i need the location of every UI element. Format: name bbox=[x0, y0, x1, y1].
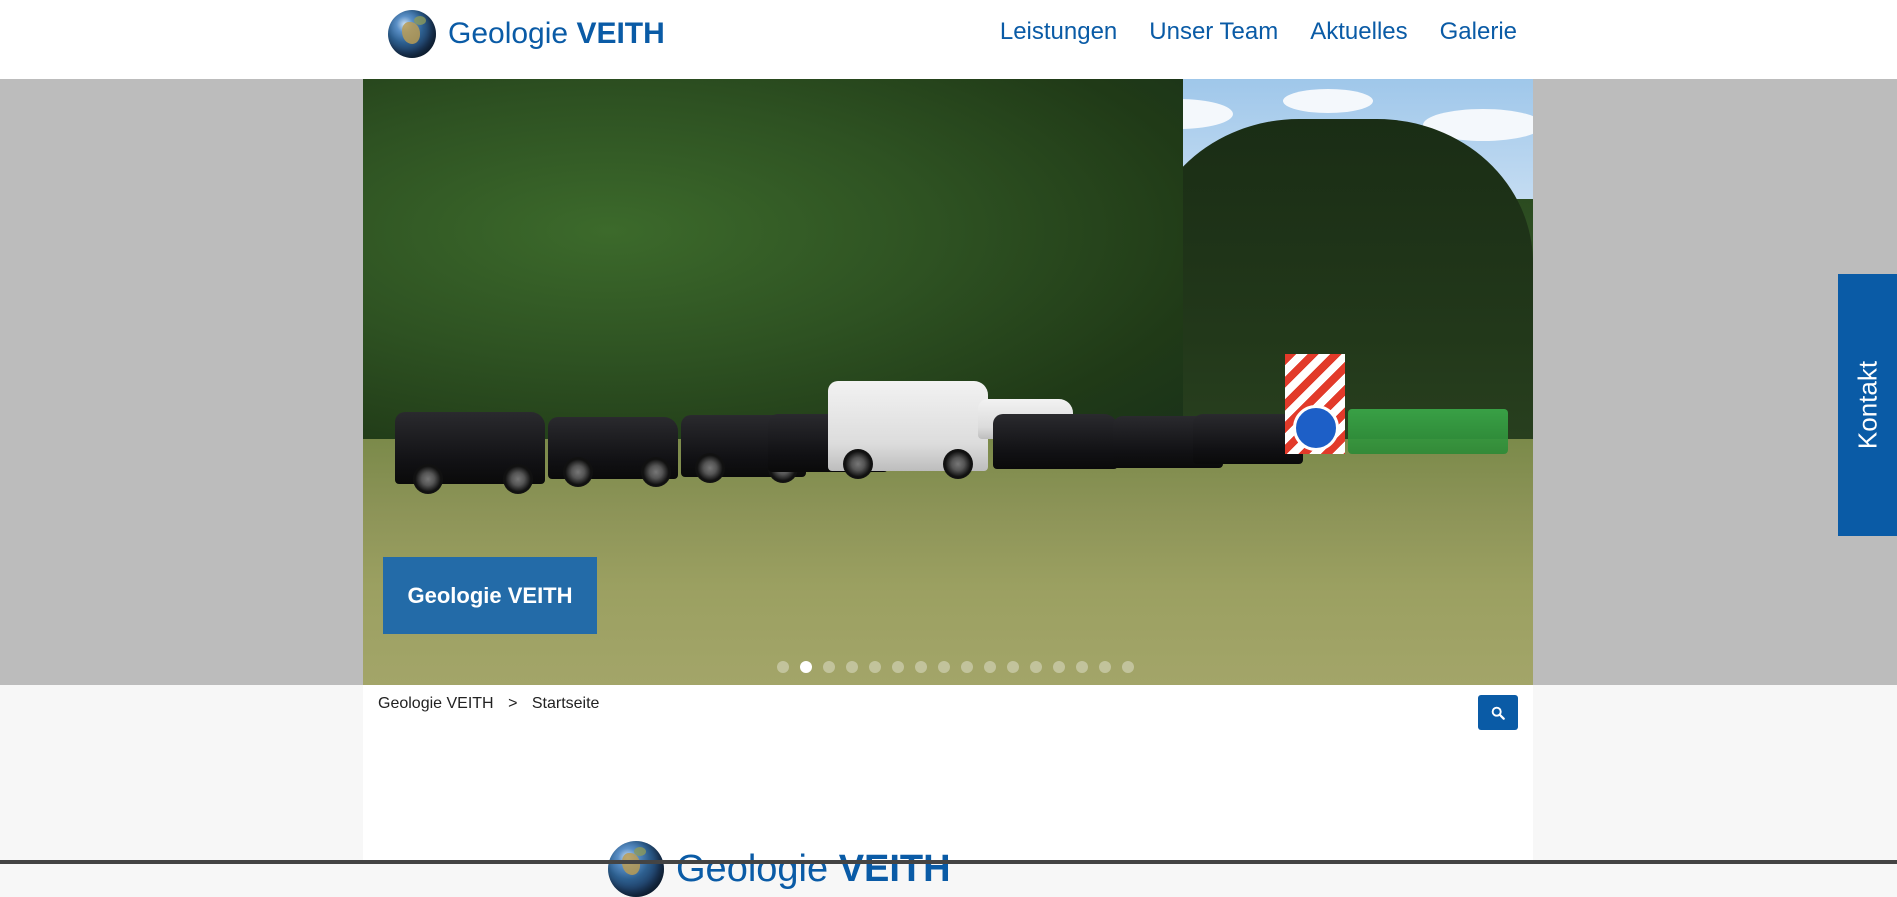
wheel bbox=[563, 457, 593, 487]
slider-dot[interactable] bbox=[846, 661, 858, 673]
globe-icon bbox=[388, 10, 436, 58]
slider-dot[interactable] bbox=[777, 661, 789, 673]
vehicle bbox=[993, 414, 1118, 469]
kontakt-label: Kontakt bbox=[1852, 360, 1882, 450]
cloud bbox=[1283, 89, 1373, 113]
kontakt-side-tab[interactable]: Kontakt bbox=[1838, 274, 1897, 536]
wheel bbox=[943, 449, 973, 479]
nav-item-galerie[interactable]: Galerie bbox=[1440, 16, 1517, 48]
content-logo-text: Geologie VEITH bbox=[676, 848, 951, 891]
wheel bbox=[641, 457, 671, 487]
slider-dot[interactable] bbox=[1076, 661, 1088, 673]
breadcrumb-separator: > bbox=[508, 695, 518, 712]
slider-dot[interactable] bbox=[938, 661, 950, 673]
logo-text-light: Geologie bbox=[448, 17, 569, 50]
globe-icon bbox=[608, 841, 664, 897]
slider-dot[interactable] bbox=[1122, 661, 1134, 673]
wheel bbox=[843, 449, 873, 479]
site-logo[interactable]: Geologie VEITH bbox=[388, 10, 665, 58]
breadcrumb: Geologie VEITH > Startseite bbox=[378, 695, 599, 713]
slider-dot[interactable] bbox=[961, 661, 973, 673]
drilling-machinery bbox=[1348, 409, 1508, 454]
content-logo-text-light: Geologie bbox=[676, 847, 829, 890]
nav-item-unser-team[interactable]: Unser Team bbox=[1149, 16, 1278, 48]
content-logo: Geologie VEITH bbox=[608, 841, 951, 897]
wheel bbox=[503, 464, 533, 494]
main-content: Geologie VEITH > Startseite Geologie VEI… bbox=[363, 685, 1533, 897]
slider-dot[interactable] bbox=[892, 661, 904, 673]
bottom-border bbox=[0, 860, 1897, 864]
slider-dot[interactable] bbox=[1053, 661, 1065, 673]
main-nav: Leistungen Unser Team Aktuelles Galerie bbox=[1000, 16, 1517, 48]
slider-dot[interactable] bbox=[1099, 661, 1111, 673]
wheel bbox=[695, 453, 725, 483]
hero-caption[interactable]: Geologie VEITH bbox=[383, 557, 597, 634]
search-button[interactable] bbox=[1478, 695, 1518, 730]
slider-dot[interactable] bbox=[823, 661, 835, 673]
breadcrumb-home[interactable]: Geologie VEITH bbox=[378, 695, 494, 712]
slider-dot[interactable] bbox=[1030, 661, 1042, 673]
slider-dot[interactable] bbox=[1007, 661, 1019, 673]
slider-dot[interactable] bbox=[915, 661, 927, 673]
search-icon bbox=[1491, 706, 1505, 720]
wheel bbox=[413, 464, 443, 494]
slider-dot[interactable] bbox=[984, 661, 996, 673]
logo-text-bold: VEITH bbox=[576, 17, 665, 50]
logo-text: Geologie VEITH bbox=[448, 17, 665, 51]
content-logo-text-bold: VEITH bbox=[838, 847, 951, 890]
slider-dot-active[interactable] bbox=[800, 661, 812, 673]
slider-pagination bbox=[777, 661, 1134, 673]
site-header: Geologie VEITH Leistungen Unser Team Akt… bbox=[0, 0, 1897, 79]
arrow-sign-icon bbox=[1293, 405, 1339, 451]
breadcrumb-current: Startseite bbox=[531, 695, 600, 712]
nav-item-leistungen[interactable]: Leistungen bbox=[1000, 16, 1117, 48]
nav-item-aktuelles[interactable]: Aktuelles bbox=[1310, 16, 1407, 48]
slider-dot[interactable] bbox=[869, 661, 881, 673]
